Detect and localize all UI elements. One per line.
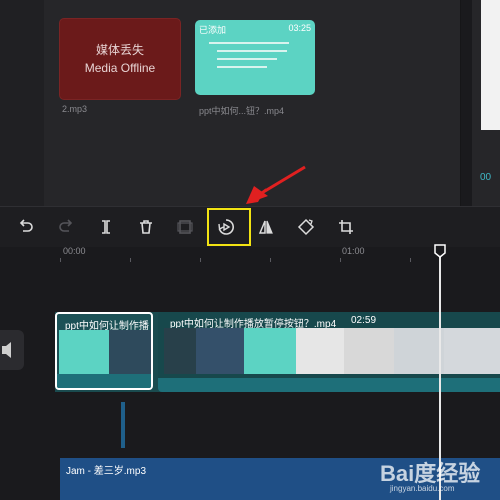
annotation-arrow: [246, 165, 306, 204]
ruler-tick: [410, 258, 411, 262]
playhead-handle[interactable]: [434, 244, 446, 258]
thumbnail-duration: 03:25: [288, 23, 311, 33]
crop-icon[interactable]: [335, 216, 357, 238]
media-video-thumbnail[interactable]: 已添加 03:25: [195, 20, 315, 95]
thumb-text-line: [217, 58, 277, 60]
media-filename-2: ppt中如何...钮？.mp4: [199, 106, 285, 116]
thumb-text-line: [209, 42, 289, 44]
freeze-icon[interactable]: [174, 216, 196, 238]
video-clip-main[interactable]: ppt中如何让制作播放暂停按钮？.mp4 02:59: [158, 312, 500, 392]
split-icon[interactable]: [95, 216, 117, 238]
audio-clip-title: Jam - 差三岁.mp3: [66, 466, 147, 477]
ruler-label-start: 00:00: [63, 246, 86, 256]
clip-frame: [344, 328, 394, 374]
speaker-icon: [2, 342, 11, 358]
added-badge: 已添加: [199, 25, 227, 35]
media-sidebar: [0, 0, 44, 206]
highlight-box: [207, 208, 251, 246]
clip2-duration: 02:59: [351, 315, 377, 326]
clip-frame: [196, 328, 244, 374]
clip-frame: [164, 328, 196, 374]
track-marker: [121, 402, 125, 448]
rotate-icon[interactable]: [295, 216, 317, 238]
clip-frame: [444, 328, 500, 374]
ruler-tick: [60, 258, 61, 262]
watermark-url: jingyan.baidu.com: [390, 484, 455, 493]
track-volume-button[interactable]: [0, 330, 24, 370]
ruler-tick: [340, 258, 341, 262]
clip-frame: [59, 330, 109, 376]
ruler-tick: [200, 258, 201, 262]
clip-waveform: [158, 378, 500, 392]
preview-timecode: 00: [480, 172, 492, 183]
ruler-label-mid: 01:00: [342, 246, 365, 256]
undo-icon[interactable]: [15, 216, 37, 238]
thumb-text-line: [217, 50, 287, 52]
clip-frame: [109, 330, 151, 376]
preview-frame: [481, 0, 500, 130]
ruler-tick: [130, 258, 131, 262]
offline-label-en: Media Offline: [84, 61, 156, 75]
media-filename-1: 2.mp3: [62, 104, 88, 114]
delete-icon[interactable]: [135, 216, 157, 238]
mirror-icon[interactable]: [255, 216, 277, 238]
video-clip-selected[interactable]: ppt中如何让制作播: [55, 312, 153, 390]
offline-label-cn: 媒体丢失: [95, 43, 144, 57]
media-offline-thumbnail[interactable]: 媒体丢失 Media Offline: [59, 18, 181, 100]
clip-frame: [244, 328, 296, 374]
ruler-tick: [270, 258, 271, 262]
clip-frame: [394, 328, 444, 374]
thumb-text-line: [217, 66, 267, 68]
clip-frame: [296, 328, 344, 374]
clip-waveform: [57, 374, 151, 388]
redo-icon[interactable]: [55, 216, 77, 238]
